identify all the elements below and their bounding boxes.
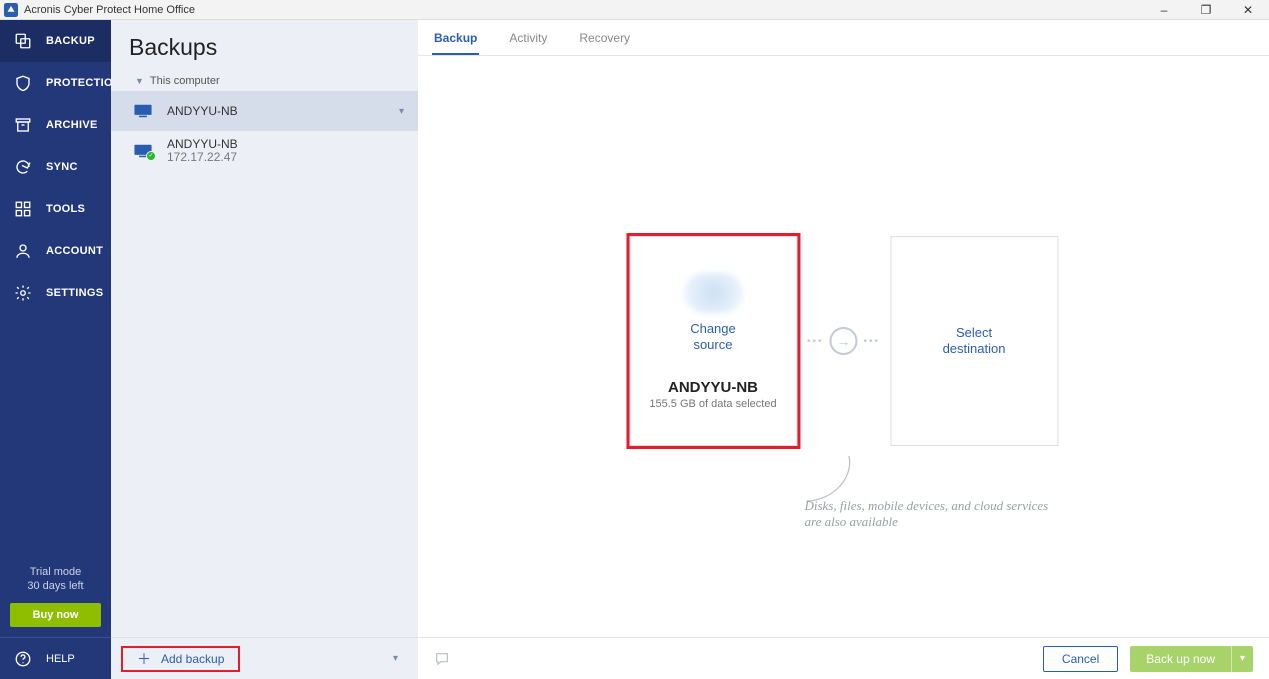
shield-icon — [14, 74, 32, 92]
computer-icon — [133, 104, 153, 118]
sync-icon — [14, 158, 32, 176]
arrow-right-icon: → — [830, 327, 858, 355]
tab-activity[interactable]: Activity — [507, 31, 549, 55]
change-source-link[interactable]: Change source — [690, 321, 736, 353]
add-backup-dropdown[interactable]: ▾ — [393, 653, 398, 664]
app-icon — [4, 3, 18, 17]
window-maximize-button[interactable]: ❐ — [1185, 0, 1227, 20]
cancel-button[interactable]: Cancel — [1043, 646, 1118, 672]
sidebar-label: TOOLS — [46, 203, 85, 215]
sidebar-label: SETTINGS — [46, 287, 103, 299]
status-ok-badge — [146, 151, 156, 161]
sidebar-item-sync[interactable]: SYNC — [0, 146, 111, 188]
source-glow-icon — [683, 273, 743, 313]
text: source — [693, 337, 732, 352]
select-destination-link[interactable]: Select destination — [943, 325, 1006, 357]
sidebar-label: HELP — [46, 653, 75, 665]
content-area: Backup Activity Recovery Change source A… — [418, 20, 1269, 679]
panel-title: Backups — [111, 20, 418, 71]
comment-icon[interactable] — [434, 651, 450, 667]
add-backup-label: Add backup — [161, 652, 224, 666]
tools-icon — [14, 200, 32, 218]
sidebar-item-account[interactable]: ACCOUNT — [0, 230, 111, 272]
window-titlebar: Acronis Cyber Protect Home Office – ❐ ✕ — [0, 0, 1269, 20]
bottom-bar: Cancel Back up now ▾ — [418, 637, 1269, 679]
sidebar-item-archive[interactable]: ARCHIVE — [0, 104, 111, 146]
backup-list-panel: Backups ▼ This computer ANDYYU-NB ▾ ANDY… — [111, 20, 418, 679]
add-backup-button[interactable]: ＋ Add backup — [121, 646, 240, 672]
chevron-down-icon[interactable]: ▾ — [399, 106, 404, 117]
backup-icon — [14, 32, 32, 50]
archive-icon — [14, 116, 32, 134]
main-sidebar: BACKUP PROTECTION ARCHIVE SYNC — [0, 20, 111, 679]
plus-icon: ＋ — [137, 649, 151, 669]
tab-recovery[interactable]: Recovery — [577, 31, 632, 55]
backup-group-header[interactable]: ▼ This computer — [111, 71, 418, 91]
text: destination — [943, 341, 1006, 356]
window-minimize-button[interactable]: – — [1143, 0, 1185, 20]
destination-card[interactable]: Select destination — [890, 236, 1058, 446]
tab-backup[interactable]: Backup — [432, 31, 479, 55]
source-detail: 155.5 GB of data selected — [649, 398, 776, 410]
window-title: Acronis Cyber Protect Home Office — [24, 4, 195, 16]
backup-item-selected[interactable]: ANDYYU-NB ▾ — [111, 91, 418, 131]
group-label: This computer — [150, 75, 220, 87]
sidebar-label: SYNC — [46, 161, 78, 173]
backup-item-ip: 172.17.22.47 — [167, 151, 238, 164]
sidebar-label: ARCHIVE — [46, 119, 98, 131]
sidebar-item-backup[interactable]: BACKUP — [0, 20, 111, 62]
help-icon — [14, 650, 32, 668]
chevron-down-icon: ▼ — [135, 76, 144, 86]
source-card[interactable]: Change source ANDYYU-NB 155.5 GB of data… — [629, 236, 797, 446]
gear-icon — [14, 284, 32, 302]
sidebar-item-protection[interactable]: PROTECTION — [0, 62, 111, 104]
source-name: ANDYYU-NB — [668, 379, 758, 396]
sidebar-item-help[interactable]: HELP — [0, 637, 111, 679]
text: Change — [690, 321, 736, 336]
buy-now-button[interactable]: Buy now — [10, 603, 101, 627]
backup-item-name: ANDYYU-NB — [167, 104, 238, 118]
sidebar-label: PROTECTION — [46, 77, 121, 89]
trial-line: Trial mode — [0, 565, 111, 579]
text: Select — [956, 325, 992, 340]
backup-now-button[interactable]: Back up now — [1130, 646, 1231, 672]
content-tabs: Backup Activity Recovery — [418, 20, 1269, 56]
flow-arrow: ••• → ••• — [807, 327, 880, 355]
sidebar-label: BACKUP — [46, 35, 95, 47]
dots-icon: ••• — [864, 336, 881, 347]
window-close-button[interactable]: ✕ — [1227, 0, 1269, 20]
backup-item[interactable]: ANDYYU-NB 172.17.22.47 — [111, 131, 418, 171]
dots-icon: ••• — [807, 336, 824, 347]
trial-status: Trial mode 30 days left — [0, 561, 111, 597]
sidebar-item-settings[interactable]: SETTINGS — [0, 272, 111, 314]
sidebar-item-tools[interactable]: TOOLS — [0, 188, 111, 230]
sidebar-label: ACCOUNT — [46, 245, 103, 257]
computer-icon — [133, 144, 153, 158]
trial-line: 30 days left — [0, 579, 111, 593]
backup-now-dropdown[interactable]: ▾ — [1231, 646, 1253, 672]
account-icon — [14, 242, 32, 260]
hint-text: Disks, files, mobile devices, and cloud … — [805, 498, 1065, 530]
